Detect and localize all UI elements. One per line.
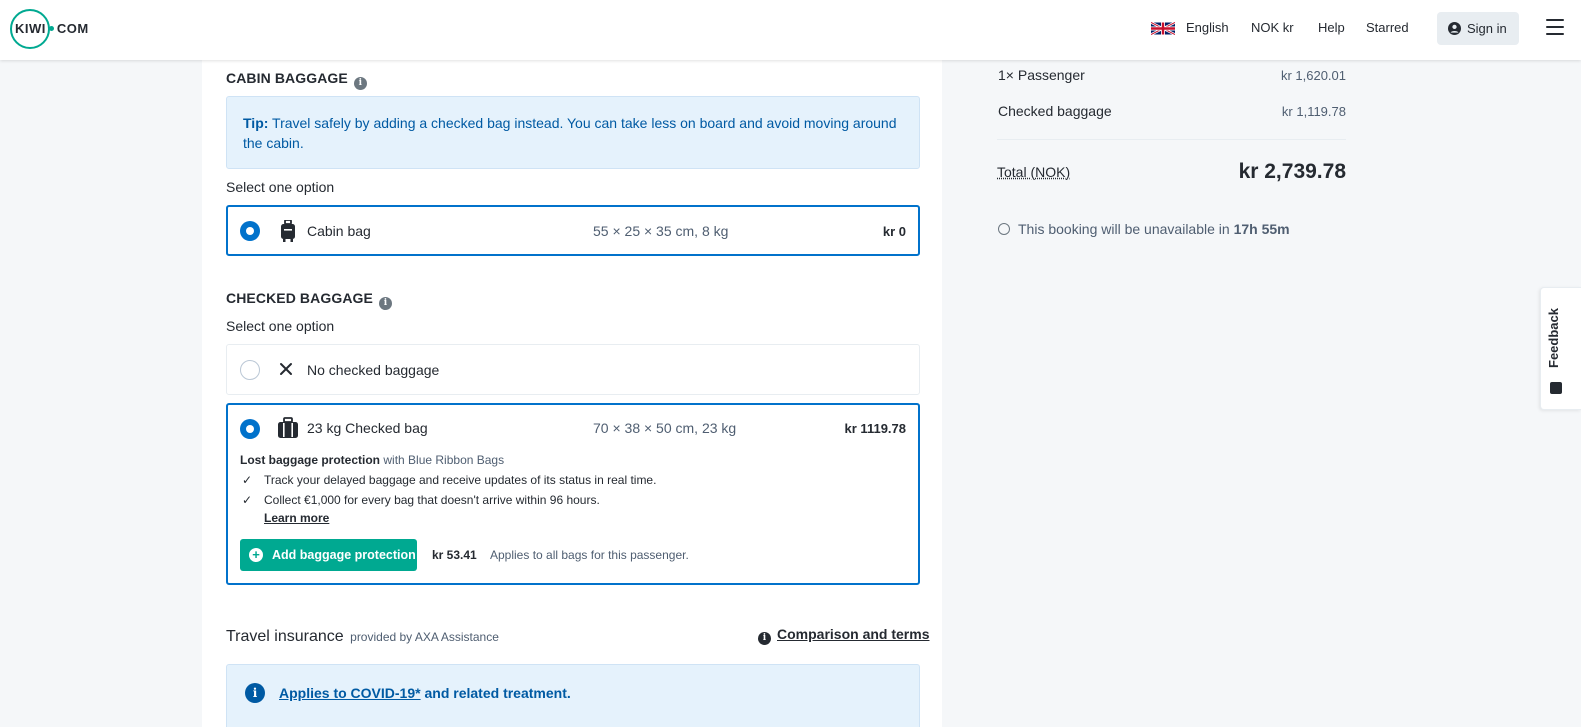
uk-flag-icon[interactable] bbox=[1151, 21, 1175, 36]
currency-selector[interactable]: NOK kr bbox=[1251, 20, 1294, 36]
protection-title: Lost baggage protection with Blue Ribbon… bbox=[240, 453, 504, 467]
sign-in-button[interactable]: Sign in bbox=[1437, 12, 1519, 45]
checked-bag-option[interactable]: 23 kg Checked bag 70 × 38 × 50 cm, 23 kg… bbox=[226, 403, 920, 585]
covid-text: and related treatment. bbox=[421, 685, 571, 701]
feedback-tab[interactable]: Feedback bbox=[1540, 287, 1581, 410]
booking-form: CABIN BAGGAGE i Tip: Travel safely by add… bbox=[202, 60, 942, 727]
cabin-select-label: Select one option bbox=[226, 179, 334, 195]
checked-bag-price: kr 1119.78 bbox=[845, 421, 906, 436]
cabin-bag-price: kr 0 bbox=[883, 224, 906, 239]
protection-price: kr 53.41 bbox=[432, 548, 477, 562]
info-circle-icon: i bbox=[245, 683, 265, 703]
add-baggage-protection-button[interactable]: + Add baggage protection bbox=[240, 539, 417, 571]
covid-link[interactable]: Applies to COVID-19* bbox=[279, 685, 421, 701]
checked-bag-radio[interactable] bbox=[240, 419, 260, 439]
travel-insurance-heading: Travel insurance provided by AXA Assista… bbox=[226, 628, 499, 646]
no-checked-baggage-label: No checked baggage bbox=[307, 362, 439, 378]
add-baggage-protection-label: Add baggage protection bbox=[272, 548, 416, 562]
feedback-icon bbox=[1550, 382, 1562, 394]
starred-link[interactable]: Starred bbox=[1366, 20, 1409, 36]
checked-bag-icon bbox=[277, 417, 299, 439]
cabin-bag-option[interactable]: Cabin bag 55 × 25 × 35 cm, 8 kg kr 0 bbox=[226, 205, 920, 256]
checked-baggage-heading: CHECKED BAGGAGE i bbox=[226, 290, 392, 310]
timer-value: 17h 55m bbox=[1234, 221, 1290, 237]
protection-benefit: ✓ Collect €1,000 for every bag that doesn… bbox=[242, 493, 600, 507]
kiwi-logo[interactable]: KIWI COM bbox=[10, 9, 92, 49]
sign-in-label: Sign in bbox=[1467, 21, 1507, 36]
stopwatch-icon bbox=[998, 223, 1010, 235]
hamburger-menu-icon[interactable] bbox=[1546, 19, 1564, 35]
total-label[interactable]: Total (NOK) bbox=[997, 164, 1070, 180]
checked-bag-dimensions: 70 × 38 × 50 cm, 23 kg bbox=[593, 420, 736, 436]
total-price: kr 2,739.78 bbox=[1146, 160, 1346, 184]
cabin-bag-dimensions: 55 × 25 × 35 cm, 8 kg bbox=[593, 223, 728, 239]
help-link[interactable]: Help bbox=[1318, 20, 1345, 36]
top-navigation-bar: KIWI COM English NOK kr Help Starred Sign… bbox=[0, 0, 1581, 60]
plus-icon: + bbox=[249, 548, 263, 562]
booking-timer: This booking will be unavailable in 17h … bbox=[998, 221, 1290, 237]
logo-text-right: COM bbox=[57, 21, 89, 36]
learn-more-link[interactable]: Learn more bbox=[264, 511, 329, 525]
cabin-baggage-heading: CABIN BAGGAGE i bbox=[226, 70, 367, 90]
info-icon[interactable]: i bbox=[379, 297, 392, 310]
tip-label: Tip: bbox=[243, 115, 268, 131]
info-icon[interactable]: i bbox=[354, 77, 367, 90]
summary-passenger-value: kr 1,620.01 bbox=[1196, 68, 1346, 83]
logo-text-left: KIWI bbox=[15, 21, 46, 36]
feedback-label: Feedback bbox=[1546, 308, 1561, 368]
checkmark-icon: ✓ bbox=[242, 493, 254, 507]
tip-text: Travel safely by adding a checked bag in… bbox=[243, 115, 897, 151]
protection-note: Applies to all bags for this passenger. bbox=[490, 548, 689, 562]
summary-baggage-value: kr 1,119.78 bbox=[1196, 104, 1346, 119]
no-checked-baggage-radio[interactable] bbox=[240, 360, 260, 380]
checked-bag-name: 23 kg Checked bag bbox=[307, 420, 428, 436]
protection-provider: with Blue Ribbon Bags bbox=[383, 453, 504, 467]
insurance-provider: provided by AXA Assistance bbox=[350, 630, 499, 644]
tip-alert: Tip: Travel safely by adding a checked b… bbox=[226, 96, 920, 169]
cabin-bag-name: Cabin bag bbox=[307, 223, 371, 239]
user-icon bbox=[1448, 22, 1461, 35]
cabin-bag-radio[interactable] bbox=[240, 221, 260, 241]
close-icon bbox=[278, 361, 294, 377]
protection-benefit: ✓ Track your delayed baggage and receive … bbox=[242, 473, 656, 487]
info-icon: i bbox=[758, 632, 771, 645]
no-checked-baggage-option[interactable]: No checked baggage bbox=[226, 344, 920, 395]
summary-divider bbox=[997, 139, 1346, 140]
summary-baggage-label: Checked baggage bbox=[998, 103, 1112, 119]
cabin-bag-icon bbox=[278, 220, 298, 242]
checkmark-icon: ✓ bbox=[242, 473, 254, 487]
comparison-and-terms-link[interactable]: i Comparison and terms bbox=[758, 626, 929, 645]
covid-info-alert: i Applies to COVID-19* and related treat… bbox=[226, 664, 920, 727]
language-selector[interactable]: English bbox=[1186, 20, 1229, 36]
summary-passenger-label: 1× Passenger bbox=[998, 67, 1085, 83]
logo-dot bbox=[49, 26, 54, 31]
checked-select-label: Select one option bbox=[226, 318, 334, 334]
